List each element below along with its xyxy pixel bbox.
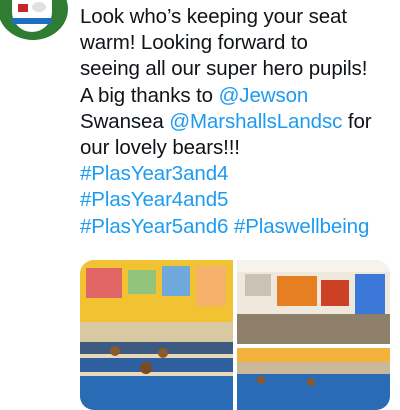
teddy-bear	[110, 346, 120, 356]
hashtag-link[interactable]: #PlasYear3and4	[80, 162, 228, 185]
tweet-text-segment: A big thanks to	[80, 83, 219, 107]
tweet-media-grid[interactable]	[80, 260, 390, 410]
tweet-text-segment: for	[342, 109, 372, 133]
tweet-line: seeing all our super hero pupils!	[80, 56, 398, 82]
floor	[237, 314, 390, 344]
blue-display	[355, 274, 385, 314]
back-wall	[80, 322, 233, 342]
mention-link[interactable]: @MarshallsLandsc	[169, 110, 342, 133]
tweet-text-segment: seeing all our super hero pupils!	[80, 57, 368, 81]
tweet-text-segment: Look who’s keeping your seat	[80, 5, 347, 28]
crest-swan	[32, 2, 46, 12]
wall-poster	[162, 266, 190, 296]
teddy-bear	[257, 376, 265, 384]
crest-bottom-stripe	[12, 18, 52, 24]
desk-row	[80, 358, 233, 372]
back-wall	[237, 362, 390, 374]
wall-poster	[196, 266, 226, 306]
wall-poster	[128, 270, 156, 294]
front-desk	[80, 376, 233, 410]
tweet-line: #PlasYear3and4	[80, 161, 398, 187]
wall-poster	[86, 268, 122, 298]
hashtag-link[interactable]: #PlasYear5and6	[80, 215, 234, 238]
teddy-bear	[140, 362, 152, 374]
wall-display	[237, 348, 390, 362]
tweet-text-segment: Swansea	[80, 109, 170, 133]
tweet-line: Look who’s keeping your seat	[80, 4, 398, 30]
crest-red-building	[18, 4, 28, 12]
tweet-line: A big thanks to @Jewson	[80, 83, 398, 109]
hashtag-link[interactable]: #Plaswellbeing	[234, 215, 369, 238]
classroom-photo-2[interactable]	[237, 260, 390, 344]
red-display	[321, 280, 349, 306]
tweet-text-segment: our lovely bears!!!	[80, 136, 240, 160]
tweet-line: #PlasYear5and6 #Plaswellbeing	[80, 214, 398, 240]
tweet-text-segment: warm! Looking forward to	[80, 31, 308, 55]
hashtag-link[interactable]: #PlasYear4and5	[80, 188, 228, 211]
classroom-photo-1[interactable]	[80, 260, 233, 410]
teddy-bear	[158, 348, 168, 358]
ceiling	[237, 260, 390, 272]
wall-board	[245, 274, 271, 296]
school-crest-avatar[interactable]	[0, 0, 68, 40]
desk-row	[80, 342, 233, 354]
school-crest-icon	[12, 0, 52, 32]
mention-link[interactable]: @Jewson	[219, 84, 309, 107]
tweet-line: #PlasYear4and5	[80, 187, 398, 213]
tweet-line: Swansea @MarshallsLandsc for	[80, 109, 398, 135]
tweet-line: warm! Looking forward to	[80, 30, 398, 56]
teddy-bear	[307, 378, 315, 386]
tweet-line: our lovely bears!!!	[80, 135, 398, 161]
orange-display	[277, 276, 317, 306]
tweet-text: Look who’s keeping your seat warm! Lookin…	[80, 4, 398, 240]
